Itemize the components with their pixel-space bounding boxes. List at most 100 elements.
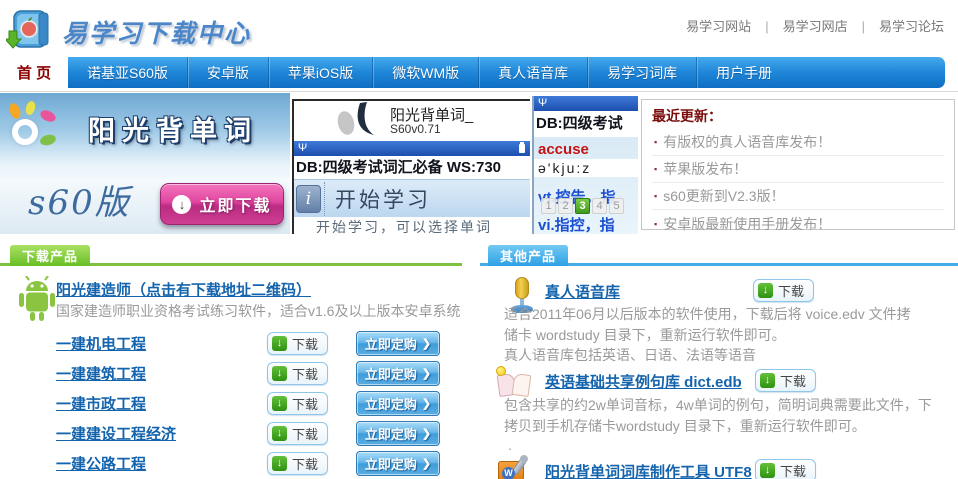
order-button[interactable]: 立即定购❯ [356,421,440,446]
other-product-desc: 真人语音库包括英语、日语、法语等语音 [504,345,756,365]
banner-download-button[interactable]: ↓ 立即下载 [160,183,284,225]
download-button[interactable]: ↓下载 [267,422,328,445]
download-icon: ↓ [272,336,287,351]
menu-item-hint: 开始学习，可以选择单词 [294,217,530,234]
chevron-right-icon: ❯ [422,427,431,440]
carousel-page-4[interactable]: 4 [592,198,607,214]
carousel-page-2[interactable]: 2 [558,198,573,214]
update-item[interactable]: ▪ s60更新到V2.3版！ [652,183,944,210]
nav-tab-nokia-s60[interactable]: 诺基亚S60版 [68,57,187,88]
bullet-icon: ▪ [654,191,657,201]
product-link[interactable]: 一建建筑工程 [56,363,146,384]
update-item[interactable]: ▪ 安卓版最新使用手册发布！ [652,210,944,237]
other-product-desc: 储卡 wordstudy 目录下，重新运行软件即可。 [504,325,786,345]
other-product-desc: 包含共享的约2w单词音标，4w单词的例句，简明词典需要此文件，下 [504,395,932,415]
header-link-forum[interactable]: 易学习论坛 [879,19,944,34]
nav-divider [0,91,958,92]
signal-icon: Ψ [298,141,307,156]
product-link[interactable]: 一建建设工程经济 [56,423,176,444]
product-link[interactable]: 一建市政工程 [56,393,146,414]
nav-tab-word-library[interactable]: 易学习词库 [587,57,696,88]
nav-tab-home[interactable]: 首 页 [0,57,68,88]
bullet-icon: ▪ [654,137,657,147]
other-product-link[interactable]: 真人语音库 [545,281,620,302]
product-link[interactable]: 一建机电工程 [56,333,146,354]
carousel-page-5[interactable]: 5 [609,198,624,214]
download-arrow-icon: ↓ [172,195,191,214]
download-icon: ↓ [758,283,773,298]
dictionary-word: accuse [534,137,638,158]
app-version: S60v0.71 [390,122,441,136]
link-separator: | [862,19,865,34]
download-button[interactable]: ↓下载 [267,362,328,385]
download-button[interactable]: ↓下载 [267,452,328,475]
other-product-desc: . [508,437,512,453]
order-button[interactable]: 立即定购❯ [356,361,440,386]
featured-product-link[interactable]: 阳光建造师（点击有下载地址二维码） [56,279,311,300]
dictionary-status-line: DB:四级考试词汇必备 WS:730 [294,156,530,179]
carousel-pager: 1 2 3 4 5 [541,198,624,214]
header-link-shop[interactable]: 易学习网店 [783,19,848,34]
bullet-icon: ▪ [654,164,657,174]
other-product-desc: 拷贝到手机存储卡wordstudy 目录下，重新运行软件即可。 [504,416,866,436]
nav-tab-android[interactable]: 安卓版 [187,57,268,88]
sun-swirl-icon [4,101,60,157]
download-button[interactable]: ↓下载 [267,392,328,415]
order-button[interactable]: 立即定购❯ [356,391,440,416]
download-button[interactable]: ↓下载 [267,332,328,355]
tool-book-icon: i W [498,457,536,479]
word-phonetic: ə'kju:z [534,159,638,177]
signal-icon: Ψ [538,96,547,111]
bullet-icon: ▪ [654,219,657,229]
carousel-page-1[interactable]: 1 [541,198,556,214]
phone-screenshot-1: 阳光背单词_ S60v0.71 Ψ DB:四级考试词汇必备 WS:730 i 开… [292,99,530,234]
product-link[interactable]: 一建公路工程 [56,453,146,474]
update-item[interactable]: ▪ 有版权的真人语音库发布！ [652,129,944,156]
status-bar: Ψ [534,96,638,111]
download-icon: ↓ [272,396,287,411]
order-button[interactable]: 立即定购❯ [356,451,440,476]
download-icon: ↓ [272,426,287,441]
downloads-tab: 下载产品 [10,245,90,266]
nav-tab-apple-ios[interactable]: 苹果iOS版 [268,57,372,88]
selected-menu-item: i 开始学习 [294,179,530,217]
page: 易学习下载中心 易学习网站 | 易学习网店 | 易学习论坛 首 页 诺基亚S60版 安卓… [0,0,958,479]
download-icon: ↓ [760,463,775,478]
promo-banner: 阳光背单词 s60版 ↓ 立即下载 [0,93,290,234]
download-icon: ↓ [272,366,287,381]
chevron-right-icon: ❯ [422,337,431,350]
chevron-right-icon: ❯ [422,457,431,470]
header-link-website[interactable]: 易学习网站 [686,19,751,34]
banner-subtitle: s60版 [28,175,131,224]
info-icon: i [296,185,321,213]
menu-item-label: 开始学习 [335,184,431,214]
carousel-page-3-active[interactable]: 3 [575,198,590,214]
nav-tab-windows-mobile[interactable]: 微软WM版 [372,57,478,88]
order-button[interactable]: 立即定购❯ [356,331,440,356]
download-button[interactable]: ↓下载 [755,459,816,479]
other-product-link[interactable]: 阳光背单词词库制作工具 UTF8 [545,461,752,479]
android-icon [16,276,58,322]
status-bar: Ψ [294,141,530,156]
app-splash: 阳光背单词_ S60v0.71 [294,101,530,141]
featured-product-desc: 国家建造师职业资格考试练习软件，适合v1.6及以上版本安卓系统 [56,301,460,321]
updates-title: 最近更新： [652,106,944,126]
header: 易学习下载中心 易学习网站 | 易学习网店 | 易学习论坛 [0,0,958,57]
word-meaning-vi: vi.指控，指 [534,214,638,234]
other-product-link[interactable]: 英语基础共享例句库 dict.edb [545,371,742,392]
download-button[interactable]: ↓下载 [755,369,816,392]
header-links: 易学习网站 | 易学习网店 | 易学习论坛 [686,16,944,35]
downloads-section-header: 下载产品 [0,245,462,266]
download-button[interactable]: ↓下载 [753,279,814,302]
nav-tab-user-manual[interactable]: 用户手册 [696,57,791,88]
main-nav: 首 页 诺基亚S60版 安卓版 苹果iOS版 微软WM版 真人语音库 易学习词库… [0,57,945,88]
backpack-download-icon [6,5,56,58]
link-separator: | [765,19,768,34]
nav-tab-voice-library[interactable]: 真人语音库 [478,57,587,88]
recent-updates-panel: 最近更新： ▪ 有版权的真人语音库发布！ ▪ 苹果版发布！ ▪ s60更新到V2… [641,99,955,230]
update-item[interactable]: ▪ 苹果版发布！ [652,156,944,183]
chevron-right-icon: ❯ [422,397,431,410]
other-product-desc: 适合2011年06月以后版本的软件使用，下载后将 voice.edv 文件拷 [504,304,911,324]
others-tab: 其他产品 [488,245,568,266]
logo[interactable]: 易学习下载中心 [6,5,251,58]
